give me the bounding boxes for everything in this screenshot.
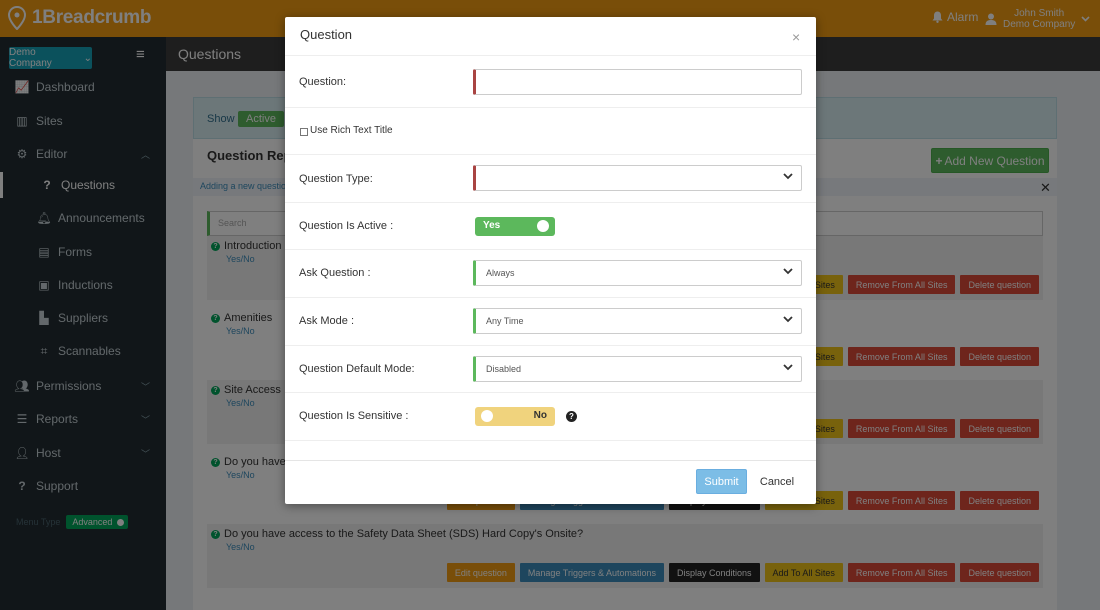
chevron-down-icon [783, 316, 793, 323]
default-mode-value: Disabled [486, 364, 522, 374]
question-type-select[interactable] [473, 165, 802, 191]
sensitive-toggle[interactable]: No [475, 407, 555, 426]
ask-question-select[interactable]: Always [473, 260, 802, 286]
question-type-label: Question Type: [299, 173, 373, 185]
ask-mode-value: Any Time [486, 316, 524, 326]
question-label: Question: [299, 76, 347, 88]
modal-title: Question [300, 27, 353, 42]
chevron-down-icon [783, 364, 793, 371]
question-active-toggle[interactable]: Yes [475, 217, 555, 236]
sensitive-label: Question Is Sensitive : [299, 410, 409, 422]
form-row-question: Question: [285, 55, 816, 107]
ask-question-label: Ask Question : [299, 267, 371, 279]
ask-question-value: Always [486, 268, 515, 278]
help-icon[interactable]: ? [566, 411, 577, 422]
form-row-ask-question: Ask Question : Always [285, 249, 816, 297]
ask-mode-select[interactable]: Any Time [473, 308, 802, 334]
question-modal: Question × Question: Use Rich Text Title… [285, 17, 816, 504]
question-input[interactable] [473, 69, 802, 95]
rich-text-checkbox[interactable] [300, 128, 308, 136]
chevron-down-icon [783, 268, 793, 275]
default-mode-select[interactable]: Disabled [473, 356, 802, 382]
form-row-active: Question Is Active : Yes [285, 202, 816, 249]
form-divider [285, 440, 816, 441]
form-row-default-mode: Question Default Mode: Disabled [285, 345, 816, 392]
chevron-down-icon [783, 173, 793, 180]
question-active-value: Yes [483, 220, 501, 231]
submit-button[interactable]: Submit [696, 469, 747, 494]
rich-text-label: Use Rich Text Title [310, 125, 393, 136]
default-mode-label: Question Default Mode: [299, 363, 415, 375]
form-row-sensitive: Question Is Sensitive : No ? [285, 392, 816, 440]
form-row-ask-mode: Ask Mode : Any Time [285, 297, 816, 345]
question-active-label: Question Is Active : [299, 220, 394, 232]
close-icon[interactable]: × [792, 29, 800, 45]
form-row-question-type: Question Type: [285, 154, 816, 202]
sensitive-value: No [533, 410, 547, 421]
cancel-button[interactable]: Cancel [757, 469, 797, 494]
ask-mode-label: Ask Mode : [299, 315, 355, 327]
form-row-rich-text: Use Rich Text Title [285, 107, 816, 154]
